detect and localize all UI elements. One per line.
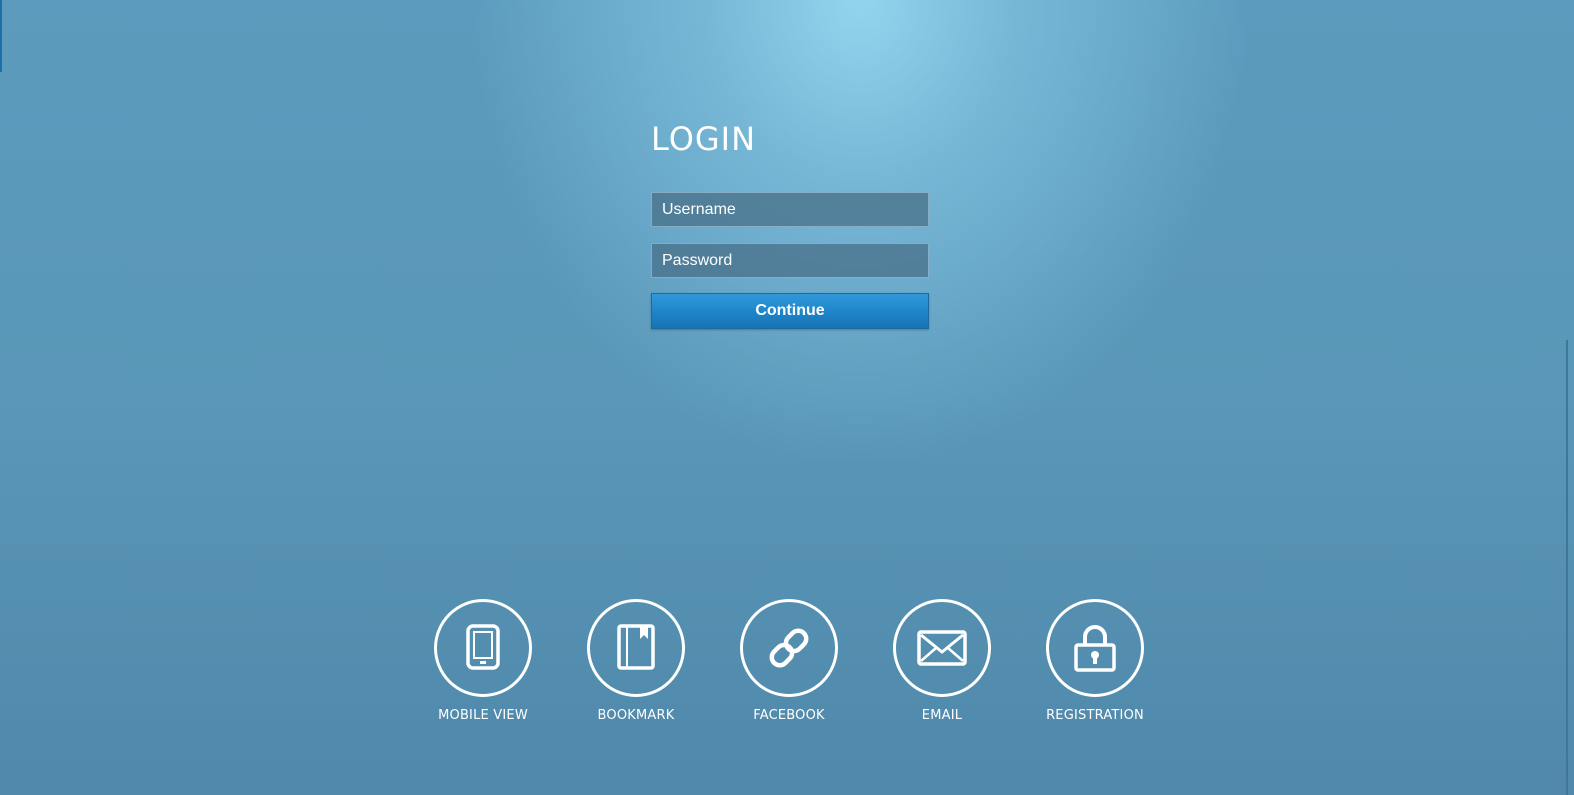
username-input[interactable] bbox=[651, 192, 929, 227]
bookmark-link[interactable]: BOOKMARK bbox=[566, 599, 706, 723]
registration-circle[interactable] bbox=[1046, 599, 1144, 697]
continue-button[interactable]: Continue bbox=[651, 293, 929, 329]
tablet-icon bbox=[466, 624, 500, 670]
lock-icon bbox=[1074, 625, 1116, 672]
email-link[interactable]: EMAIL bbox=[872, 599, 1012, 723]
envelope-icon bbox=[917, 630, 967, 666]
mobile-view-label: MOBILE VIEW bbox=[438, 708, 528, 723]
mobile-view-circle[interactable] bbox=[434, 599, 532, 697]
email-circle[interactable] bbox=[893, 599, 991, 697]
facebook-link[interactable]: FACEBOOK bbox=[719, 599, 859, 723]
bookmark-icon bbox=[617, 624, 655, 670]
registration-label: REGISTRATION bbox=[1046, 708, 1144, 723]
facebook-label: FACEBOOK bbox=[753, 708, 825, 723]
left-edge-accent bbox=[0, 0, 2, 72]
link-icon bbox=[769, 628, 809, 668]
login-form: LOGIN Continue bbox=[651, 118, 929, 329]
bookmark-circle[interactable] bbox=[587, 599, 685, 697]
registration-link[interactable]: REGISTRATION bbox=[1025, 599, 1165, 723]
mobile-view-link[interactable]: MOBILE VIEW bbox=[413, 599, 553, 723]
password-input[interactable] bbox=[651, 243, 929, 278]
facebook-circle[interactable] bbox=[740, 599, 838, 697]
login-title: LOGIN bbox=[651, 120, 757, 158]
email-label: EMAIL bbox=[921, 708, 963, 723]
quick-links: MOBILE VIEW BOOKMARK FACEBOOK EMAIL REGI… bbox=[0, 599, 1574, 739]
bookmark-label: BOOKMARK bbox=[597, 708, 675, 723]
